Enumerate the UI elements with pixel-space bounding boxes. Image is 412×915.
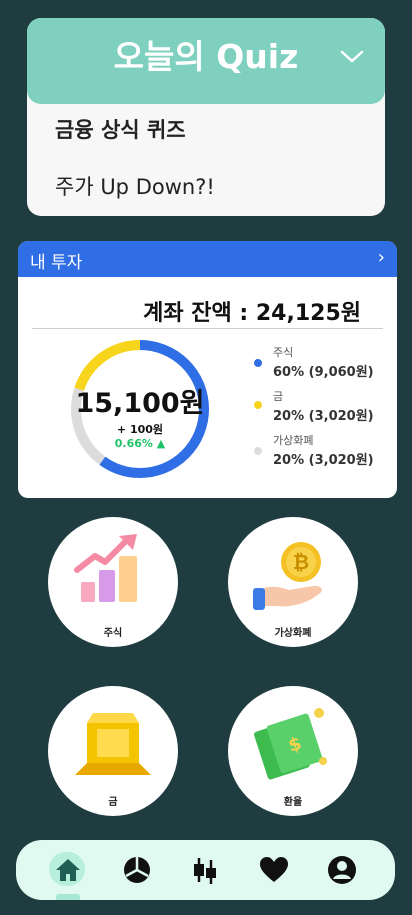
chevron-right-icon[interactable]: › bbox=[378, 247, 385, 268]
quiz-card: 오늘의 Quiz 금융 상식 퀴즈 주가 Up Down?! bbox=[27, 18, 385, 216]
investment-header[interactable]: 내 투자 › bbox=[18, 241, 397, 277]
category-label: 환율 bbox=[283, 797, 303, 808]
heart-icon[interactable] bbox=[258, 854, 290, 886]
svg-text:₿: ₿ bbox=[293, 550, 309, 574]
quiz-header[interactable]: 오늘의 Quiz bbox=[27, 18, 385, 104]
quiz-title: 오늘의 Quiz bbox=[113, 37, 299, 76]
quiz-item-finance[interactable]: 금융 상식 퀴즈 bbox=[55, 114, 186, 144]
chevron-down-icon[interactable] bbox=[339, 46, 365, 66]
bitcoin-coin-icon: ₿ bbox=[253, 542, 322, 610]
investment-card: 내 투자 › 계좌 잔액 : 24,125원 15,100원 + 100원 0.… bbox=[18, 241, 397, 498]
legend-name-gold: 금 bbox=[273, 390, 284, 403]
category-exchange-button[interactable]: $ 환율 bbox=[228, 686, 358, 816]
quiz-item-stock-updown[interactable]: 주가 Up Down?! bbox=[55, 171, 215, 201]
portfolio-icon[interactable] bbox=[121, 854, 153, 886]
account-balance: 계좌 잔액 : 24,125원 bbox=[143, 301, 361, 326]
change-amount: + 100원 bbox=[116, 423, 164, 436]
category-stock-button[interactable]: 주식 bbox=[48, 517, 178, 647]
category-label: 주식 bbox=[103, 628, 123, 639]
nav-active-indicator bbox=[56, 894, 80, 900]
legend-dot-stock bbox=[254, 359, 262, 367]
category-label: 가상화폐 bbox=[274, 628, 312, 639]
category-label: 금 bbox=[108, 797, 118, 808]
legend-name-stock: 주식 bbox=[273, 346, 294, 359]
category-crypto-button[interactable]: ₿ 가상화폐 bbox=[228, 517, 358, 647]
divider bbox=[32, 328, 383, 329]
legend-value-stock: 60% (9,060원) bbox=[273, 365, 374, 380]
category-gold-button[interactable]: 금 bbox=[48, 686, 178, 816]
bottom-nav bbox=[16, 840, 395, 900]
change-percent: 0.66% ▲ bbox=[114, 437, 166, 450]
stock-chart-icon bbox=[74, 534, 137, 602]
gold-bar-icon bbox=[75, 713, 151, 775]
money-bills-icon: $ bbox=[254, 708, 327, 780]
profile-icon[interactable] bbox=[326, 854, 358, 886]
home-icon[interactable] bbox=[52, 854, 84, 886]
legend-name-crypto: 가상화폐 bbox=[273, 434, 314, 447]
legend-value-gold: 20% (3,020원) bbox=[273, 409, 374, 424]
legend-dot-gold bbox=[254, 401, 262, 409]
legend-value-crypto: 20% (3,020원) bbox=[273, 453, 374, 468]
investment-header-label: 내 투자 bbox=[30, 253, 83, 273]
total-amount: 15,100원 bbox=[75, 388, 205, 419]
legend-dot-crypto bbox=[254, 447, 262, 455]
candlestick-icon[interactable] bbox=[189, 854, 221, 886]
